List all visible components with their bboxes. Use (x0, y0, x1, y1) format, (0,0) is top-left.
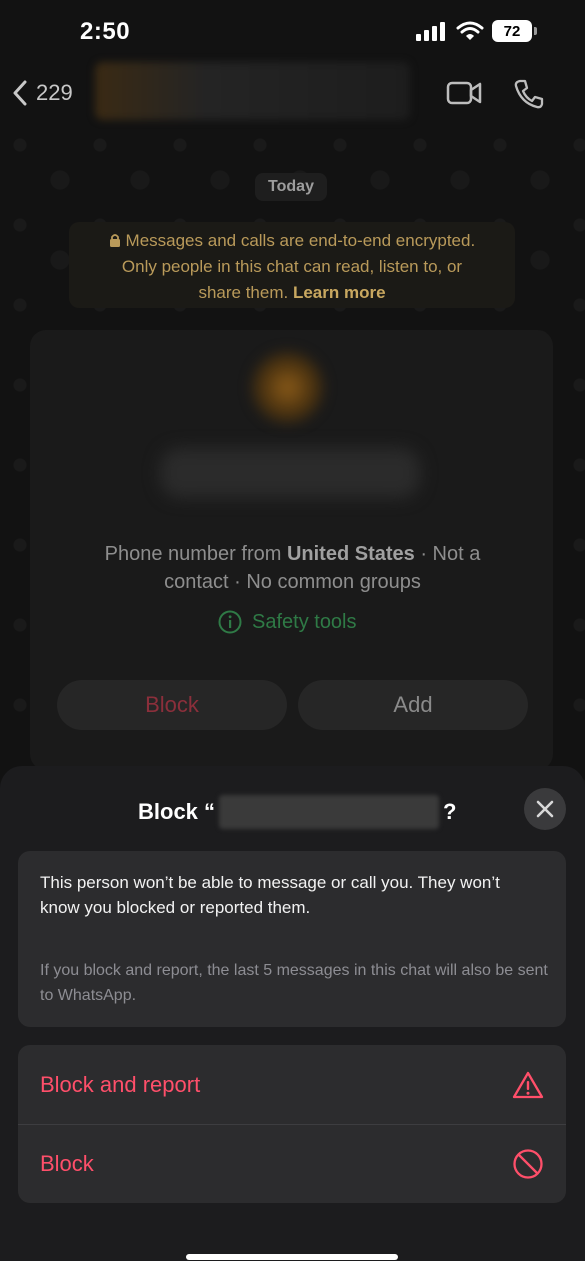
battery-nub (534, 27, 537, 35)
video-camera-icon (446, 81, 482, 105)
card-add-button[interactable]: Add (298, 680, 528, 730)
encryption-text-line3: share them. (198, 283, 289, 302)
status-time: 2:50 (80, 18, 131, 45)
block-circle-icon (513, 1149, 543, 1179)
home-indicator[interactable] (186, 1254, 398, 1260)
video-call-button[interactable] (446, 80, 482, 111)
sheet-title-name-redacted (219, 795, 440, 829)
block-actions-group: Block and report Block (18, 1045, 566, 1203)
block-button[interactable]: Block (18, 1124, 566, 1203)
wifi-icon (456, 21, 484, 40)
block-and-report-label: Block and report (40, 1071, 201, 1097)
sheet-title-suffix: ? (443, 799, 457, 824)
safety-tools-link[interactable]: Safety tools (218, 610, 357, 634)
warning-triangle-icon (512, 1071, 544, 1098)
chevron-left-icon (13, 80, 27, 106)
contact-name-redacted-card (160, 448, 420, 498)
battery-indicator: 72 (492, 20, 532, 42)
close-icon (536, 800, 554, 818)
card-block-button[interactable]: Block (57, 680, 287, 730)
lock-icon (109, 234, 120, 247)
learn-more-link[interactable]: Learn more (293, 283, 386, 302)
date-separator: Today (255, 173, 327, 201)
back-button[interactable]: 229 (12, 80, 73, 106)
encryption-notice[interactable]: Messages and calls are end-to-end encryp… (69, 222, 515, 308)
block-message: This person won’t be able to message or … (40, 873, 500, 917)
safety-tools-label: Safety tools (252, 610, 357, 633)
block-report-note: If you block and report, the last 5 mess… (40, 962, 548, 1004)
contact-name-redacted[interactable] (95, 62, 410, 120)
close-button[interactable] (524, 788, 566, 830)
status-bar: 2:50 72 (0, 0, 585, 64)
status-icons: 72 (416, 20, 537, 42)
block-label: Block (40, 1151, 94, 1176)
voice-call-button[interactable] (513, 78, 545, 115)
info-suffix: · Not a (420, 543, 481, 565)
sheet-title-prefix: Block “ (138, 799, 216, 824)
cellular-signal-icon (416, 22, 445, 41)
info-prefix: Phone number from (104, 543, 282, 565)
info-country: United States (286, 543, 415, 565)
sheet-title: Block “ ? (138, 795, 456, 829)
info-line2: contact · No common groups (164, 571, 421, 593)
encryption-text-line2: Only people in this chat can read, liste… (121, 257, 463, 276)
info-circle-icon (218, 610, 242, 634)
contact-details: Phone number from United States · Not a … (60, 540, 525, 596)
avatar (250, 350, 325, 425)
phone-icon (514, 79, 544, 109)
back-count: 229 (36, 80, 73, 105)
block-and-report-button[interactable]: Block and report (18, 1045, 566, 1124)
encryption-text-line1: Messages and calls are end-to-end encryp… (125, 231, 476, 250)
